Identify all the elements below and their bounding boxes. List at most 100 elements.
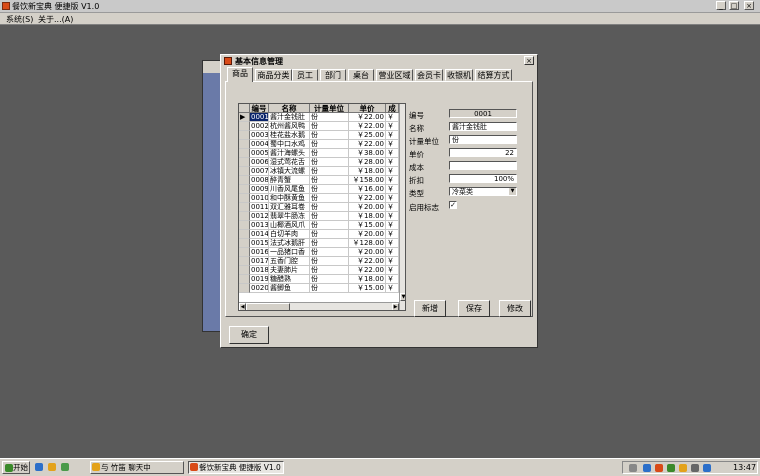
unit-field[interactable]: 份 [449,135,517,144]
cell-code[interactable]: 0008 [250,176,269,185]
tray-chat-icon[interactable] [667,464,675,472]
cell-unit[interactable]: 份 [310,212,349,221]
table-row[interactable]: 0003 桂花盐水鹅份 ￥25.00 ￥ [239,131,399,140]
tray-arrow-icon[interactable] [629,464,637,472]
cell-unit[interactable]: 份 [310,185,349,194]
close-button[interactable]: × [744,1,754,10]
cell-unit[interactable]: 份 [310,113,349,122]
quicklaunch-icon[interactable] [48,463,56,471]
col-header-cost[interactable]: 成 [386,104,399,113]
scroll-thumb[interactable] [246,303,290,310]
row-selected-indicator-icon[interactable]: ▶ [239,113,250,122]
tab-goods-category[interactable]: 商品分类 [255,69,292,81]
cell-code[interactable]: 0007 [250,167,269,176]
table-row[interactable]: 0007 冰镇大流螺份 ￥18.00 ￥ [239,167,399,176]
tab-goods[interactable]: 商品 [227,67,253,82]
edit-button[interactable]: 修改 [499,300,531,317]
col-header-price[interactable]: 单价 [349,104,386,113]
row-indicator[interactable] [239,140,250,149]
cell-price[interactable]: ￥28.00 [349,158,386,167]
table-row[interactable]: 0002 杭州酱风鸭份 ￥22.00 ￥ [239,122,399,131]
cell-code[interactable]: 0004 [250,140,269,149]
row-indicator[interactable] [239,212,250,221]
ok-button[interactable]: 确定 [229,326,269,344]
cell-name[interactable]: 湿式莺花舌 [269,158,310,167]
cell-price[interactable]: ￥18.00 [349,212,386,221]
dialog-close-button[interactable]: × [524,56,534,65]
table-row[interactable]: 0018 夫妻肺片份 ￥22.00 ￥ [239,266,399,275]
cell-price[interactable]: ￥38.00 [349,149,386,158]
cell-code[interactable]: 0019 [250,275,269,284]
tab-member-card[interactable]: 会员卡 [415,69,443,81]
cell-name[interactable]: 糖醋熟 [269,275,310,284]
table-row[interactable]: 0005 酱汁海螺头份 ￥38.00 ￥ [239,149,399,158]
table-row[interactable]: 0016 一品猪口香份 ￥20.00 ￥ [239,248,399,257]
cell-price[interactable]: ￥20.00 [349,203,386,212]
minimize-button[interactable]: _ [716,1,726,10]
table-row[interactable]: 0004 蜀中口水鸡份 ￥22.00 ￥ [239,140,399,149]
cell-name[interactable]: 杭州酱风鸭 [269,122,310,131]
task-chat[interactable]: 与 竹笛 聊天中 [90,461,184,474]
add-button[interactable]: 新增 [414,300,446,317]
row-indicator[interactable] [239,266,250,275]
cell-code[interactable]: 0020 [250,284,269,293]
table-row[interactable]: 0009 川香风尾鱼份 ￥16.00 ￥ [239,185,399,194]
cell-unit[interactable]: 份 [310,176,349,185]
cell-code[interactable]: 0011 [250,203,269,212]
table-row[interactable]: 0010 和中酥黄鱼份 ￥22.00 ￥ [239,194,399,203]
cell-name[interactable]: 夫妻肺片 [269,266,310,275]
table-row[interactable]: 0015 法式冰鹅肝份 ￥128.00 ￥ [239,239,399,248]
scroll-left-arrow-icon[interactable]: ◀ [239,303,246,310]
row-indicator[interactable] [239,122,250,131]
cell-cost[interactable]: ￥ [386,131,399,140]
cell-price[interactable]: ￥20.00 [349,230,386,239]
cell-price[interactable]: ￥22.00 [349,122,386,131]
category-select[interactable]: 冷菜类 ▼ [449,187,517,196]
cell-name[interactable]: 蜀中口水鸡 [269,140,310,149]
cell-code[interactable]: 0005 [250,149,269,158]
tab-settlement[interactable]: 结算方式 [475,69,512,81]
cell-price[interactable]: ￥128.00 [349,239,386,248]
table-row[interactable]: 0017 五香门腔份 ￥22.00 ￥ [239,257,399,266]
chevron-down-icon[interactable]: ▼ [509,188,516,195]
cell-price[interactable]: ￥20.00 [349,248,386,257]
scroll-down-arrow-icon[interactable]: ▼ [400,293,405,301]
cell-price[interactable]: ￥22.00 [349,266,386,275]
cell-name[interactable]: 川香风尾鱼 [269,185,310,194]
tray-qq-icon[interactable] [679,464,687,472]
cost-field[interactable] [449,161,517,170]
tab-department[interactable]: 部门 [320,69,346,81]
table-row[interactable]: 0014 白切羊肉份 ￥20.00 ￥ [239,230,399,239]
cell-unit[interactable]: 份 [310,131,349,140]
cell-code[interactable]: 0010 [250,194,269,203]
cell-name[interactable]: 一品猪口香 [269,248,310,257]
ie-icon[interactable] [35,463,43,471]
col-header-code[interactable]: 编号 [250,104,269,113]
row-indicator[interactable] [239,221,250,230]
table-row[interactable]: ▶ 0001 酱汁金钱肚份 ￥22.00 ￥ [239,113,399,122]
task-main-app[interactable]: 餐饮新宝典 便捷版 V1.0 [188,461,284,474]
tray-ime-icon[interactable] [703,464,711,472]
goods-grid[interactable]: 编号 名称 计量单位 单价 成 ▶ 0001 酱汁金钱肚份 ￥22.00 ￥ 0002 杭州… [238,103,406,311]
cell-unit[interactable]: 份 [310,122,349,131]
cell-cost[interactable]: ￥ [386,167,399,176]
cell-cost[interactable]: ￥ [386,185,399,194]
table-row[interactable]: 0006 湿式莺花舌份 ￥28.00 ￥ [239,158,399,167]
cell-unit[interactable]: 份 [310,248,349,257]
cell-code[interactable]: 0013 [250,221,269,230]
row-indicator[interactable] [239,239,250,248]
cell-code[interactable]: 0015 [250,239,269,248]
cell-price[interactable]: ￥18.00 [349,167,386,176]
cell-cost[interactable]: ￥ [386,248,399,257]
cell-name[interactable]: 双汇雅耳卷 [269,203,310,212]
tray-security-icon[interactable] [655,464,663,472]
cell-cost[interactable]: ￥ [386,275,399,284]
row-indicator[interactable] [239,131,250,140]
cell-code[interactable]: 0001 [250,113,269,122]
grid-vertical-scrollbar[interactable]: ▼ [399,104,405,310]
table-row[interactable]: 0012 翡翠牛肠冻份 ￥18.00 ￥ [239,212,399,221]
cell-cost[interactable]: ￥ [386,203,399,212]
cell-name[interactable]: 桂花盐水鹅 [269,131,310,140]
desktop-icon[interactable] [61,463,69,471]
cell-unit[interactable]: 份 [310,239,349,248]
